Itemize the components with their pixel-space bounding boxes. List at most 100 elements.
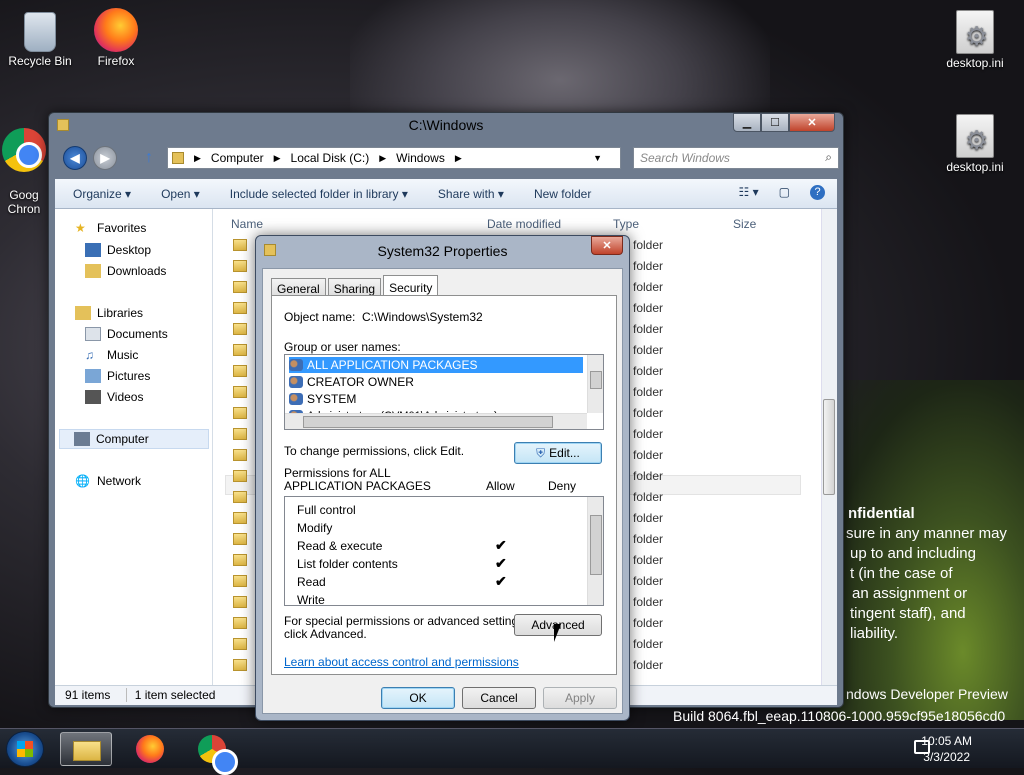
breadcrumb-windows[interactable]: Windows [396,151,445,165]
folder-icon [233,260,247,272]
allow-check: ✔ [495,537,507,553]
user-item[interactable]: SYSTEM [289,391,583,407]
mouse-cursor-icon [554,624,568,642]
user-list[interactable]: ALL APPLICATION PACKAGES CREATOR OWNER S… [284,354,604,430]
folder-icon [233,533,247,545]
permission-name: Read & execute [297,539,383,553]
close-button[interactable]: ✕ [789,113,835,132]
scrollbar-thumb[interactable] [823,399,835,495]
taskbar-clock[interactable]: 10:05 AM 3/3/2022 [921,733,972,765]
start-button[interactable] [6,731,44,767]
permissions-for-label: Permissions for ALL [284,466,391,480]
nav-documents[interactable]: Documents [85,327,168,341]
nav-favorites[interactable]: ★ Favorites [75,221,146,235]
desktop-icon-desktop-ini-2[interactable]: desktop.ini [935,114,1015,174]
help-icon[interactable]: ? [810,185,825,200]
share-with-button[interactable]: Share with ▾ [438,187,504,201]
column-name[interactable]: Name [231,217,263,231]
folder-icon [233,407,247,419]
view-options-icon[interactable]: ☷ ▾ [739,185,759,200]
folder-type: folder [633,469,664,483]
permissions-vscroll[interactable] [587,497,603,605]
breadcrumb-local-disk[interactable]: Local Disk (C:) [291,151,370,165]
nav-desktop[interactable]: Desktop [85,243,151,257]
folder-type: folder [633,406,664,420]
folder-icon [233,470,247,482]
taskbar-chrome[interactable] [186,732,238,775]
maximize-button[interactable]: ☐ [761,113,789,132]
folder-icon [233,659,247,671]
user-list-hscroll[interactable] [285,413,587,429]
desktop-icon-label: Recycle Bin [8,54,72,68]
desktop-icon-chrome[interactable]: Goog Chron [0,114,54,230]
cancel-button[interactable]: Cancel [462,687,536,709]
user-item[interactable]: ALL APPLICATION PACKAGES [289,357,583,373]
folder-type: folder [633,238,664,252]
user-list-vscroll[interactable] [587,355,603,413]
ok-button[interactable]: OK [381,687,455,709]
desktop-icon-recycle-bin[interactable]: Recycle Bin [0,8,80,68]
window-title: C:\Windows [408,117,484,133]
folder-type: folder [633,490,664,504]
change-permissions-text: To change permissions, click Edit. [284,444,465,458]
up-arrow-icon[interactable]: ↑ [145,149,153,167]
nav-music[interactable]: ♫ Music [85,348,138,362]
column-date-modified[interactable]: Date modified [487,217,561,231]
arrow-left-icon: ◀ [70,151,80,165]
folder-icon [233,638,247,650]
folder-type: folder [633,553,664,567]
dialog-close-button[interactable]: ✕ [591,236,623,255]
apply-button[interactable]: Apply [543,687,617,709]
nav-network[interactable]: 🌐 Network [75,474,141,488]
chevron-right-icon: ▶ [454,152,462,163]
include-in-library-button[interactable]: Include selected folder in library ▾ [230,187,408,201]
desktop-icon-label: desktop.ini [946,56,1004,70]
preview-pane-icon[interactable]: ▢ [779,185,790,200]
object-name-value: C:\Windows\System32 [362,310,483,324]
folder-icon [233,554,247,566]
user-item[interactable]: CREATOR OWNER [289,374,583,390]
watermark-edition: ndows Developer Preview [846,686,1008,702]
desktop-icon-firefox[interactable]: Firefox [76,8,156,68]
taskbar-explorer[interactable] [60,732,112,766]
taskbar-firefox[interactable] [124,732,176,766]
folder-type: folder [633,343,664,357]
back-button[interactable]: ◀ [63,146,87,170]
address-bar[interactable]: ▶ Computer ▶ Local Disk (C:) ▶ Windows ▶… [167,147,621,169]
organize-button[interactable]: Organize ▾ [73,187,131,201]
nav-downloads[interactable]: Downloads [85,264,166,278]
vertical-scrollbar[interactable] [821,209,837,685]
chevron-right-icon: ▶ [379,152,387,163]
open-button[interactable]: Open ▾ [161,187,200,201]
security-tab-page: Object name: C:\Windows\System32 Group o… [271,295,617,675]
search-input[interactable]: Search Windows ⌕ [633,147,839,169]
item-count: 91 items [65,688,111,702]
folder-type: folder [633,322,664,336]
breadcrumb-computer[interactable]: Computer [211,151,264,165]
folder-type: folder [633,574,664,588]
permissions-list[interactable]: Full control Modify Read & execute ✔ Lis… [284,496,604,606]
music-icon: ♫ [85,348,94,362]
forward-button[interactable]: ▶ [93,146,117,170]
nav-libraries[interactable]: Libraries [75,306,143,320]
learn-more-link[interactable]: Learn about access control and permissio… [284,655,519,669]
clock-date: 3/3/2022 [923,750,970,764]
column-size[interactable]: Size [733,217,756,231]
nav-videos[interactable]: Videos [85,390,143,404]
group-icon [289,376,303,388]
taskbar: 10:05 AM 3/3/2022 [0,728,1024,775]
shield-icon: ⛨ [536,445,546,460]
confidential-title: nfidential [848,505,915,522]
desktop-icon-desktop-ini[interactable]: desktop.ini [935,10,1015,70]
minimize-button[interactable]: ▁ [733,113,761,132]
column-type[interactable]: Type [613,217,639,231]
arrow-right-icon: ▶ [100,151,110,165]
nav-computer[interactable]: Computer [59,429,209,449]
chevron-down-icon[interactable]: ▼ [593,153,602,163]
permission-name: List folder contents [297,557,398,571]
nav-pictures[interactable]: Pictures [85,369,150,383]
folder-icon [233,365,247,377]
edit-button[interactable]: ⛨ Edit... [514,442,602,464]
new-folder-button[interactable]: New folder [534,187,591,201]
dialog-title: System32 Properties [377,243,508,259]
